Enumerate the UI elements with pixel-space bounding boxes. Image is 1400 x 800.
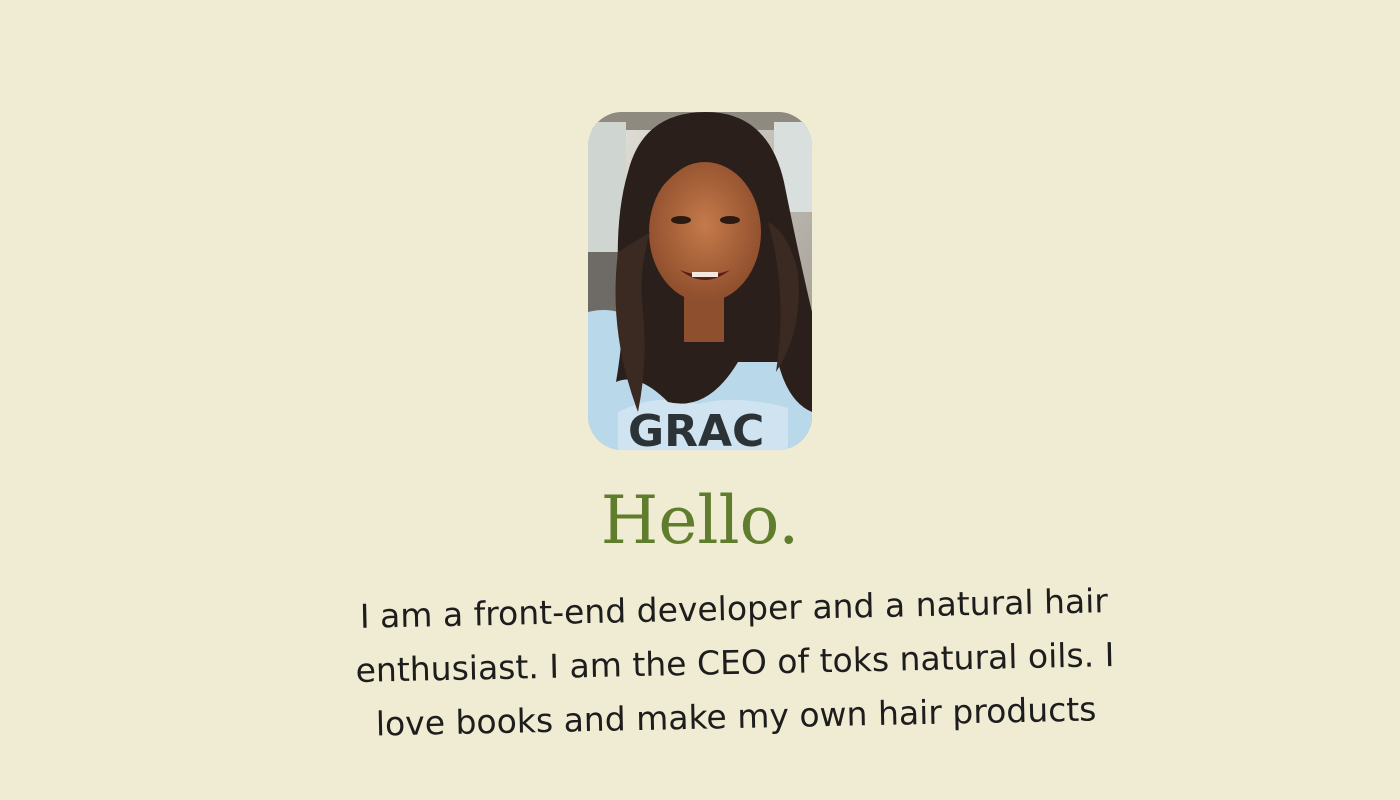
greeting-heading: Hello. [600, 482, 800, 559]
shirt-lettering: GRAC [628, 406, 764, 450]
profile-photo: GRAC [588, 112, 812, 450]
portrait-image: GRAC [588, 112, 812, 450]
bio-container: I am a front-end developer and a natural… [0, 581, 1400, 744]
page: GRAC Hello. I am a front-end developer a… [0, 0, 1400, 800]
bio-text: I am a front-end developer and a natural… [355, 581, 1115, 744]
